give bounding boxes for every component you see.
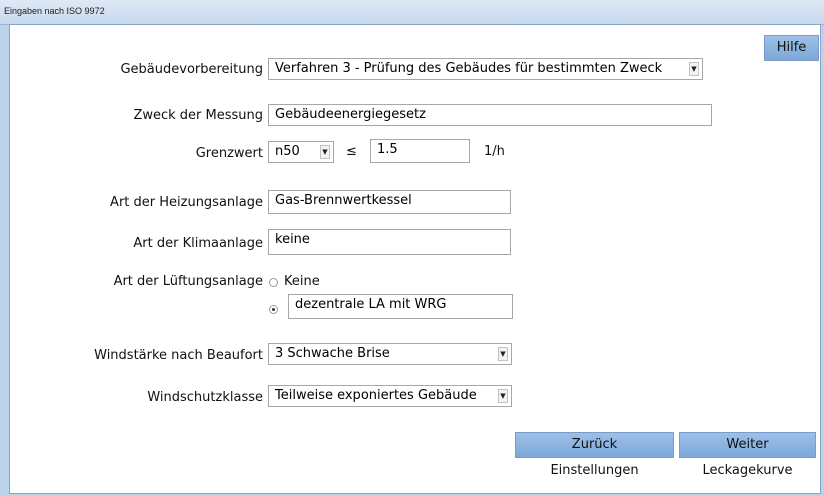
- label-lueftung: Art der Lüftungsanlage: [113, 274, 263, 289]
- label-windschutz: Windschutzklasse: [147, 390, 263, 405]
- title-bar: Eingaben nach ISO 9972: [0, 0, 824, 25]
- label-heizung: Art der Heizungsanlage: [110, 195, 263, 210]
- back-button[interactable]: Zurück: [515, 432, 674, 458]
- windschutz-select[interactable]: Teilweise exponiertes Gebäude ▼: [268, 385, 512, 407]
- window-title: Eingaben nach ISO 9972: [4, 6, 105, 16]
- next-sub-label: Leckagekurve: [702, 463, 793, 478]
- wind-value: 3 Schwache Brise: [275, 346, 390, 361]
- label-gebaeudevorbereitung: Gebäudevorbereitung: [120, 62, 263, 77]
- next-button[interactable]: Weiter: [679, 432, 816, 458]
- grenzwert-type-value: n50: [275, 144, 300, 159]
- grenzwert-operator: ≤: [346, 144, 357, 159]
- help-button[interactable]: Hilfe: [764, 35, 819, 61]
- heizung-input[interactable]: Gas-Brennwertkessel: [268, 190, 511, 214]
- zweck-input[interactable]: Gebäudeenergiegesetz: [268, 104, 712, 126]
- chevron-down-icon[interactable]: ▼: [498, 347, 508, 361]
- gebaeudevorbereitung-value: Verfahren 3 - Prüfung des Gebäudes für b…: [275, 61, 663, 76]
- chevron-down-icon[interactable]: ▼: [498, 389, 508, 403]
- form-panel: Hilfe Gebäudevorbereitung Verfahren 3 - …: [9, 24, 821, 494]
- lueftung-other-input[interactable]: dezentrale LA mit WRG: [288, 294, 513, 319]
- wind-select[interactable]: 3 Schwache Brise ▼: [268, 343, 512, 365]
- radio-lueftung-keine-label: Keine: [284, 274, 320, 289]
- grenzwert-unit: 1/h: [484, 144, 505, 159]
- radio-lueftung-other[interactable]: [269, 305, 278, 314]
- label-grenzwert: Grenzwert: [195, 146, 263, 161]
- windschutz-value: Teilweise exponiertes Gebäude: [275, 388, 477, 403]
- chevron-down-icon[interactable]: ▼: [320, 145, 330, 159]
- label-klima: Art der Klimaanlage: [133, 236, 263, 251]
- klima-input[interactable]: keine: [268, 229, 511, 255]
- label-zweck: Zweck der Messung: [133, 108, 263, 123]
- chevron-down-icon[interactable]: ▼: [689, 62, 699, 76]
- app-window: Eingaben nach ISO 9972 Hilfe Gebäudevorb…: [0, 0, 824, 496]
- gebaeudevorbereitung-select[interactable]: Verfahren 3 - Prüfung des Gebäudes für b…: [268, 58, 703, 80]
- radio-lueftung-keine[interactable]: [269, 278, 278, 287]
- grenzwert-type-select[interactable]: n50 ▼: [268, 141, 334, 163]
- grenzwert-input[interactable]: 1.5: [370, 139, 470, 163]
- back-sub-label: Einstellungen: [550, 463, 639, 478]
- label-wind: Windstärke nach Beaufort: [94, 348, 263, 363]
